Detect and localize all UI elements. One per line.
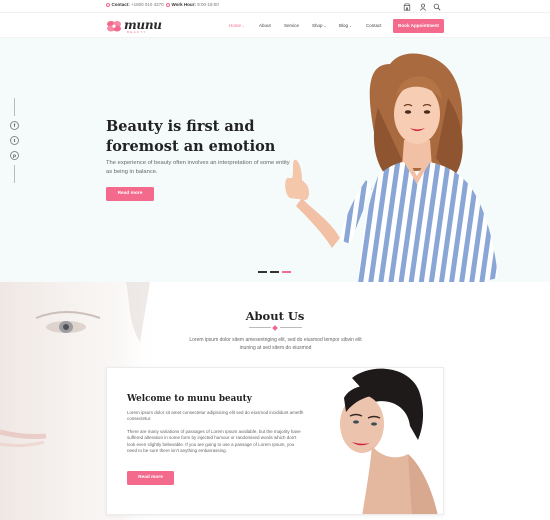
hero-model-image xyxy=(285,53,498,282)
slide-dot-3[interactable] xyxy=(282,271,291,273)
book-appointment-button[interactable]: Book Appointment xyxy=(393,19,444,33)
phone-icon xyxy=(106,2,110,7)
nav-blog[interactable]: Blog⌄ xyxy=(339,23,352,28)
card-text-intro: Lorem ipsum dolor sit amet consectetur a… xyxy=(127,410,304,422)
contact-value[interactable]: +1800 010 4270 xyxy=(131,2,164,7)
flower-logo-icon xyxy=(107,21,121,32)
chevron-down-icon: ⌄ xyxy=(349,24,352,28)
hero-text: The experience of beauty often involves … xyxy=(106,160,290,175)
card-read-more-button[interactable]: Read more xyxy=(127,471,174,485)
about-section: About Us Lorem ipsum dolor sitem amesent… xyxy=(0,282,550,520)
work-hour-info: Work Hour: 9:00-18:00 xyxy=(166,2,219,7)
title-divider-diamond xyxy=(272,324,278,331)
clock-icon xyxy=(166,2,170,7)
about-title: About Us xyxy=(245,309,305,323)
contact-label: Contact: xyxy=(111,2,130,7)
nav-shop[interactable]: Shop⌄ xyxy=(312,23,326,28)
slide-dot-2[interactable] xyxy=(270,271,279,273)
slide-dot-1[interactable] xyxy=(258,271,267,273)
chevron-down-icon: ⌄ xyxy=(323,24,327,28)
nav-service[interactable]: Service xyxy=(284,23,299,28)
card-text-body: There are many variations of passages of… xyxy=(127,429,301,453)
title-divider-left xyxy=(249,327,271,328)
facebook-icon[interactable]: f xyxy=(10,121,19,130)
card-title: Welcome to munu beauty xyxy=(127,394,252,404)
nav-home[interactable]: Home⌄ xyxy=(229,23,245,28)
social-divider xyxy=(14,98,15,116)
logo[interactable]: munu BEAUTY xyxy=(106,18,166,34)
work-hour-label: Work Hour: xyxy=(171,2,196,7)
logo-tagline: BEAUTY xyxy=(127,30,147,34)
welcome-card: Welcome to munu beauty Lorem ipsum dolor… xyxy=(106,367,444,515)
nav-contact[interactable]: Contact xyxy=(366,23,382,28)
main-header: munu BEAUTY Home⌄ About Service Shop⌄ Bl… xyxy=(0,13,550,38)
search-icon[interactable] xyxy=(433,3,441,11)
nav-about[interactable]: About xyxy=(259,23,271,28)
hero-slider: f t p Beauty is first and foremost an em… xyxy=(0,38,550,282)
twitter-icon[interactable]: t xyxy=(10,136,19,145)
pinterest-icon[interactable]: p xyxy=(10,151,19,160)
chevron-down-icon: ⌄ xyxy=(242,24,245,28)
hero-read-more-button[interactable]: Read more xyxy=(106,187,154,201)
title-divider-right xyxy=(280,327,302,328)
about-lead-text: Lorem ipsum dolor sitem amesentnging eli… xyxy=(189,337,362,351)
work-hour-value: 9:00-18:00 xyxy=(197,2,219,7)
contact-info: Contact: +1800 010 4270 xyxy=(106,2,164,7)
user-icon[interactable] xyxy=(419,3,427,11)
social-divider xyxy=(14,165,15,183)
card-portrait-image xyxy=(312,368,443,514)
top-bar: Contact: +1800 010 4270 Work Hour: 9:00-… xyxy=(0,0,550,13)
store-icon[interactable] xyxy=(403,2,411,11)
